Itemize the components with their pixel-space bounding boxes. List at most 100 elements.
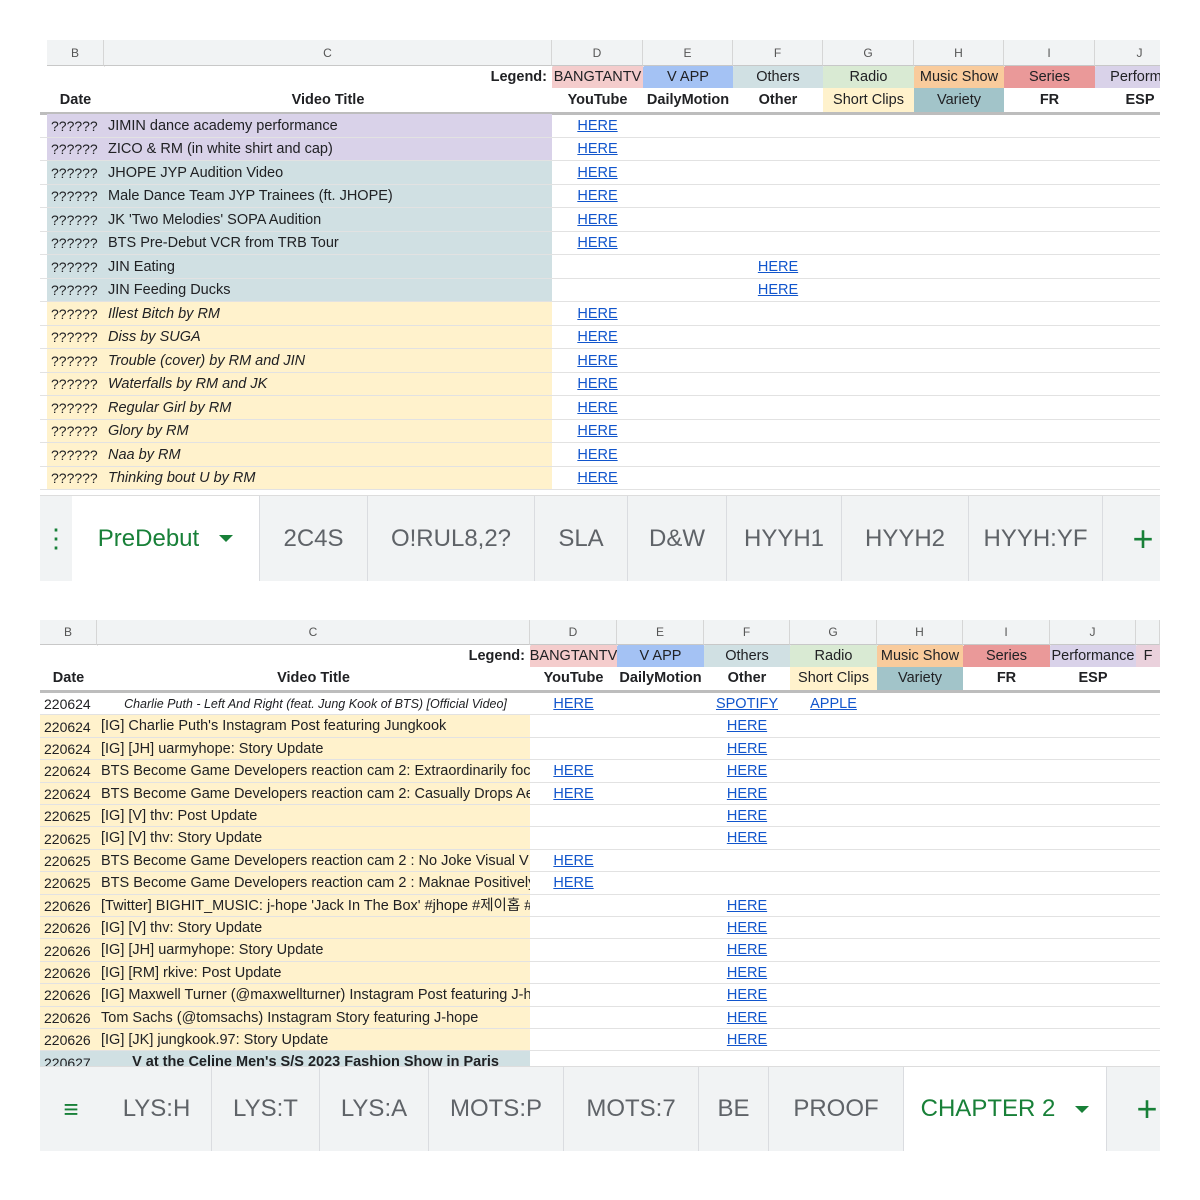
link-here[interactable]: HERE	[530, 872, 617, 894]
sheet-tab-predebut[interactable]: PreDebut	[72, 496, 260, 581]
column-header-H[interactable]: H	[914, 40, 1004, 66]
link-here[interactable]: HERE	[552, 326, 643, 350]
sheet-tab-lysa[interactable]: LYS:A	[320, 1067, 429, 1151]
sheet-tab-lysh[interactable]: LYS:H	[102, 1067, 212, 1151]
column-header-D[interactable]: D	[552, 40, 643, 66]
link-here[interactable]: HERE	[704, 715, 790, 737]
column-header-B[interactable]: B	[40, 620, 97, 645]
tab-label: O!RUL8,2?	[390, 524, 512, 552]
legend-bangtantv: BANGTANTV	[530, 645, 617, 667]
link-here[interactable]: HERE	[552, 373, 643, 397]
legend-performance: Performance	[1050, 645, 1136, 667]
table-row: 220626 [IG] [RM] rkive: Post Update HERE	[40, 961, 1160, 985]
link-here[interactable]: HERE	[552, 349, 643, 373]
sheet-tab-sla[interactable]: SLA	[535, 496, 628, 581]
link-here[interactable]: HERE	[704, 962, 790, 984]
link-here[interactable]: HERE	[552, 114, 643, 138]
column-header-I[interactable]: I	[1004, 40, 1095, 66]
link-here[interactable]: HERE	[552, 443, 643, 467]
column-header-I[interactable]: I	[963, 620, 1050, 645]
link-here[interactable]: HERE	[733, 255, 823, 279]
link-here[interactable]: HERE	[704, 939, 790, 961]
menu-icon[interactable]: ≡	[40, 1067, 102, 1151]
table-row: ?????? JIN Feeding Ducks HERE	[40, 278, 1160, 303]
tab-label: BE	[717, 1095, 750, 1122]
link-here[interactable]: HERE	[552, 232, 643, 256]
link-here[interactable]: HERE	[530, 760, 617, 782]
link-here[interactable]: HERE	[704, 1007, 790, 1029]
legend-f: F	[1136, 645, 1160, 667]
column-header-J[interactable]: J	[1050, 620, 1136, 645]
date-cell: ??????	[47, 349, 104, 373]
add-sheet-icon[interactable]: +	[1103, 496, 1160, 581]
table-row: ?????? Regular Girl by RM HERE	[40, 396, 1160, 420]
column-header-H[interactable]: H	[877, 620, 963, 645]
column-header-C[interactable]: C	[97, 620, 530, 645]
link-here[interactable]: HERE	[704, 984, 790, 1006]
link-here[interactable]: HERE	[704, 895, 790, 917]
link-apple[interactable]: APPLE	[790, 693, 877, 715]
link-here[interactable]: HERE	[530, 693, 617, 715]
column-header-F[interactable]: F	[733, 40, 823, 66]
link-here[interactable]: HERE	[704, 805, 790, 827]
column-header-extra[interactable]	[1136, 620, 1160, 645]
sheet-tab-orul82[interactable]: O!RUL8,2?	[368, 496, 535, 581]
column-header-G[interactable]: G	[823, 40, 914, 66]
table-row: 220624 BTS Become Game Developers reactio…	[40, 760, 1160, 783]
link-here[interactable]: HERE	[552, 420, 643, 444]
link-here[interactable]: HERE	[704, 827, 790, 849]
table-row: ?????? Trouble (cover) by RM and JIN HERE	[40, 349, 1160, 373]
link-spotify[interactable]: SPOTIFY	[704, 693, 790, 715]
legend-v-app: V APP	[617, 645, 704, 667]
link-here[interactable]: HERE	[552, 302, 643, 326]
chevron-down-icon[interactable]	[1075, 1105, 1090, 1113]
column-header-C[interactable]: C	[104, 40, 552, 66]
link-here[interactable]: HERE	[704, 760, 790, 782]
sheet-tab-dw[interactable]: D&W	[628, 496, 727, 581]
table-row: ?????? Thinking bout U by RM HERE	[40, 466, 1160, 491]
link-here[interactable]: HERE	[552, 208, 643, 232]
link-here[interactable]: HERE	[552, 185, 643, 209]
column-header-F[interactable]: F	[704, 620, 790, 645]
sheet-tab-hyyh1[interactable]: HYYH1	[727, 496, 842, 581]
link-here[interactable]: HERE	[552, 161, 643, 185]
table-row: 220624 BTS Become Game Developers reactio…	[40, 782, 1160, 805]
sheet-tab-mots7[interactable]: MOTS:7	[564, 1067, 699, 1151]
column-header-G[interactable]: G	[790, 620, 877, 645]
sheet-tab-hyyhyf[interactable]: HYYH:YF	[969, 496, 1103, 581]
link-here[interactable]: HERE	[552, 138, 643, 162]
link-here[interactable]: HERE	[733, 279, 823, 303]
link-here[interactable]: HERE	[704, 1029, 790, 1051]
column-header-J[interactable]: J	[1095, 40, 1160, 66]
sheet-tab-be[interactable]: BE	[699, 1067, 769, 1151]
sheet-tab-2c4s[interactable]: 2C4S	[260, 496, 368, 581]
title-cell: [IG] Charlie Puth's Instagram Post featu…	[97, 715, 530, 738]
sheet-tab-motsp[interactable]: MOTS:P	[429, 1067, 564, 1151]
link-here[interactable]: HERE	[552, 467, 643, 491]
sheet-tab-lyst[interactable]: LYS:T	[212, 1067, 320, 1151]
add-sheet-icon[interactable]: +	[1107, 1067, 1160, 1151]
sheet-tab-hyyh2[interactable]: HYYH2	[842, 496, 969, 581]
menu-icon[interactable]: ⋮	[40, 496, 72, 581]
column-header-D[interactable]: D	[530, 620, 617, 645]
header-date: Date	[59, 91, 92, 108]
title-cell: JHOPE JYP Audition Video	[104, 161, 552, 185]
title-cell: BTS Become Game Developers reaction cam …	[97, 760, 530, 783]
table-row: ?????? JHOPE JYP Audition Video HERE	[40, 161, 1160, 185]
date-cell: 220625	[40, 872, 97, 895]
sheet-tab-chapter2[interactable]: CHAPTER 2	[904, 1067, 1107, 1151]
link-here[interactable]: HERE	[530, 783, 617, 805]
link-here[interactable]: HERE	[530, 850, 617, 872]
header-other: Other	[727, 670, 767, 687]
link-here[interactable]: HERE	[552, 396, 643, 420]
column-header-B[interactable]: B	[47, 40, 104, 66]
column-header-E[interactable]: E	[617, 620, 704, 645]
link-here[interactable]: HERE	[704, 738, 790, 760]
link-here[interactable]: HERE	[704, 783, 790, 805]
link-here[interactable]: HERE	[704, 917, 790, 939]
column-header-E[interactable]: E	[643, 40, 733, 66]
sheet-tab-proof[interactable]: PROOF	[769, 1067, 904, 1151]
legend-bangtantv: BANGTANTV	[552, 66, 643, 88]
chevron-down-icon[interactable]	[219, 535, 234, 542]
title-cell: Male Dance Team JYP Trainees (ft. JHOPE)	[104, 184, 552, 208]
